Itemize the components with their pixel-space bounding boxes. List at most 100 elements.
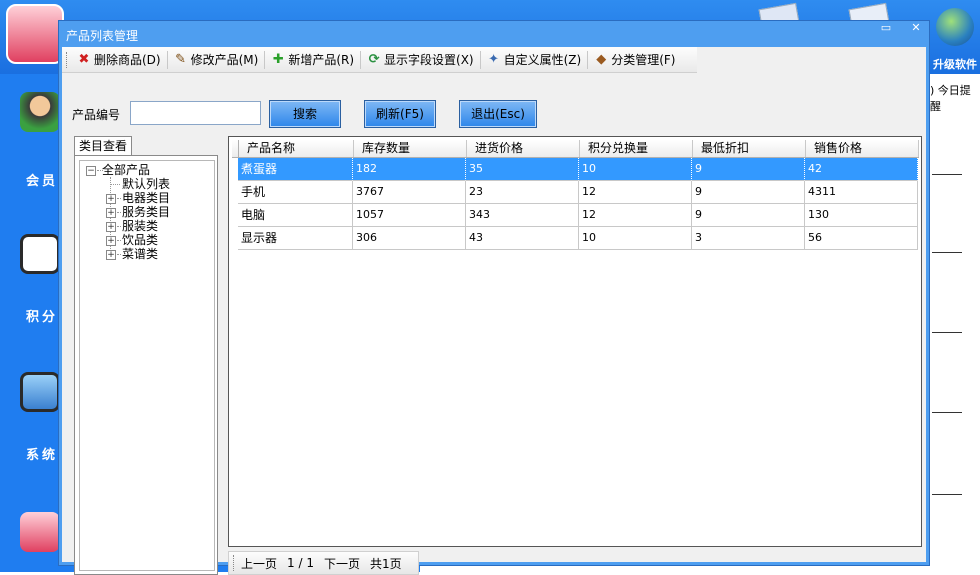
toolbar-button-5[interactable]: ◆ 分类管理(F) (591, 49, 678, 71)
refresh-button-label: 刷新(F5) (365, 101, 435, 127)
tree-node-item[interactable]: 默认列表 (122, 177, 170, 191)
tree-line (117, 198, 121, 199)
page-indicator: 1 / 1 (287, 556, 314, 570)
toolbar-button-label: 显示字段设置(X) (384, 53, 474, 67)
divider (932, 494, 962, 495)
divider (932, 252, 962, 253)
upgrade-label[interactable]: 升级软件 (930, 56, 980, 72)
toolbar-button-0[interactable]: ✖ 删除商品(D) (74, 49, 164, 71)
tree-node-root[interactable]: 全部产品 (102, 163, 150, 177)
sidebar-label-points[interactable]: 积分 (26, 306, 58, 325)
exit-button[interactable]: 退出(Esc) (459, 100, 537, 128)
table-row[interactable]: 电脑 1057 343 12 9 130 (232, 204, 918, 227)
table-cell[interactable]: 显示器 (238, 227, 353, 250)
toolbar-button-4[interactable]: ✦ 自定义属性(Z) (484, 49, 585, 71)
table-cell[interactable]: 1057 (353, 204, 466, 227)
tree-line (117, 212, 121, 213)
close-button[interactable]: ✕ (905, 21, 927, 35)
toolbar-button-3[interactable]: ⟳ 显示字段设置(X) (364, 49, 477, 71)
table-cell[interactable]: 182 (353, 158, 466, 181)
table-cell[interactable]: 10 (579, 158, 692, 181)
app-logo (6, 4, 64, 64)
tree-expand-toggle[interactable]: + (106, 208, 116, 218)
product-code-input[interactable] (130, 101, 261, 125)
column-header[interactable]: 最低折扣 (693, 140, 806, 157)
table-cell[interactable]: 130 (805, 204, 918, 227)
column-header[interactable]: 产品名称 (239, 140, 354, 157)
tree-node-item[interactable]: 服装类 (122, 219, 158, 233)
tree-line (117, 226, 121, 227)
points-icon[interactable] (20, 234, 60, 294)
next-page-button[interactable]: 下一页 (324, 555, 360, 572)
toolbar-separator (166, 50, 168, 69)
sidebar-label-member[interactable]: 会员 (26, 170, 58, 189)
column-header[interactable]: 进货价格 (467, 140, 580, 157)
system-icon[interactable] (20, 372, 60, 432)
tree-node-item[interactable]: 菜谱类 (122, 247, 158, 261)
globe-icon[interactable] (936, 8, 974, 46)
pager-grip[interactable] (233, 555, 237, 571)
table-cell[interactable]: 3767 (353, 181, 466, 204)
table-row[interactable]: 煮蛋器 182 35 10 9 42 (232, 158, 918, 181)
table-cell[interactable]: 35 (466, 158, 579, 181)
green-plus-icon: ✚ (272, 51, 284, 67)
table-cell[interactable]: 4311 (805, 181, 918, 204)
table-cell[interactable]: 12 (579, 204, 692, 227)
tree-node-item[interactable]: 饮品类 (122, 233, 158, 247)
table-cell[interactable]: 9 (692, 158, 805, 181)
table-cell[interactable]: 煮蛋器 (238, 158, 353, 181)
refresh-arrows-icon: ⟳ (368, 51, 380, 67)
tab-category-view[interactable]: 类目查看 (74, 136, 132, 156)
table-cell[interactable]: 23 (466, 181, 579, 204)
sidebar-label-system[interactable]: 系统 (26, 444, 58, 463)
table-cell[interactable]: 343 (466, 204, 579, 227)
table-cell[interactable]: 12 (579, 181, 692, 204)
settings-app-icon[interactable] (20, 512, 60, 572)
toolbar-button-1[interactable]: ✎ 修改产品(M) (171, 49, 262, 71)
toolbar: ✖ 删除商品(D) ✎ 修改产品(M) ✚ 新增产品(R) ⟳ 显示字段设置(X) ✦ 自定义属性… (62, 47, 697, 73)
divider (932, 332, 962, 333)
refresh-button[interactable]: 刷新(F5) (364, 100, 436, 128)
toolbar-button-label: 分类管理(F) (611, 53, 676, 67)
column-header[interactable]: 库存数量 (354, 140, 467, 157)
today-reminder-label[interactable]: ) 今日提醒 (930, 82, 980, 114)
maximize-button[interactable]: ▭ (875, 21, 897, 35)
table-cell[interactable]: 9 (692, 181, 805, 204)
tree-expand-toggle[interactable]: + (106, 236, 116, 246)
table-row[interactable]: 手机 3767 23 12 9 4311 (232, 181, 918, 204)
toolbar-separator (587, 50, 589, 69)
tree-expand-toggle[interactable]: + (106, 222, 116, 232)
tree-node-item[interactable]: 服务类目 (122, 205, 170, 219)
category-tree: − 全部产品 默认列表 + 电器类目 + 服务类目 + 服装类 + 饮品类 + 菜谱类 (79, 160, 215, 571)
column-header[interactable]: 积分兑换量 (580, 140, 693, 157)
table-cell[interactable]: 10 (579, 227, 692, 250)
toolbar-separator (360, 50, 362, 69)
product-table: 产品名称 库存数量 进货价格 积分兑换量 最低折扣 销售价格 煮蛋器 182 35 10 9 42 手… (228, 136, 922, 547)
toolbar-separator (479, 50, 481, 69)
tree-expand-toggle[interactable]: + (106, 250, 116, 260)
box-icon: ◆ (596, 51, 607, 67)
tree-collapse-toggle[interactable]: − (86, 166, 96, 176)
toolbar-grip[interactable] (66, 51, 70, 68)
member-icon[interactable] (20, 92, 60, 152)
tree-node-item[interactable]: 电器类目 (122, 191, 170, 205)
toolbar-button-label: 修改产品(M) (190, 53, 259, 67)
table-row[interactable]: 显示器 306 43 10 3 56 (232, 227, 918, 250)
table-cell[interactable]: 56 (805, 227, 918, 250)
pager: 上一页 1 / 1 下一页 共1页 (228, 551, 419, 575)
prev-page-button[interactable]: 上一页 (241, 555, 277, 572)
table-cell[interactable]: 306 (353, 227, 466, 250)
column-header[interactable]: 销售价格 (806, 140, 919, 157)
table-cell[interactable]: 3 (692, 227, 805, 250)
table-cell[interactable]: 电脑 (238, 204, 353, 227)
toolbar-button-2[interactable]: ✚ 新增产品(R) (268, 49, 357, 71)
table-cell[interactable]: 43 (466, 227, 579, 250)
product-list-window: 产品列表管理 ▭ ✕ ✖ 删除商品(D) ✎ 修改产品(M) ✚ 新增产品(R) ⟳ 显示字段… (58, 20, 930, 575)
search-button[interactable]: 搜索 (269, 100, 341, 128)
table-cell[interactable]: 42 (805, 158, 918, 181)
table-cell[interactable]: 手机 (238, 181, 353, 204)
toolbar-button-label: 自定义属性(Z) (503, 53, 582, 67)
tree-expand-toggle[interactable]: + (106, 194, 116, 204)
toolbar-button-label: 删除商品(D) (94, 53, 161, 67)
table-cell[interactable]: 9 (692, 204, 805, 227)
